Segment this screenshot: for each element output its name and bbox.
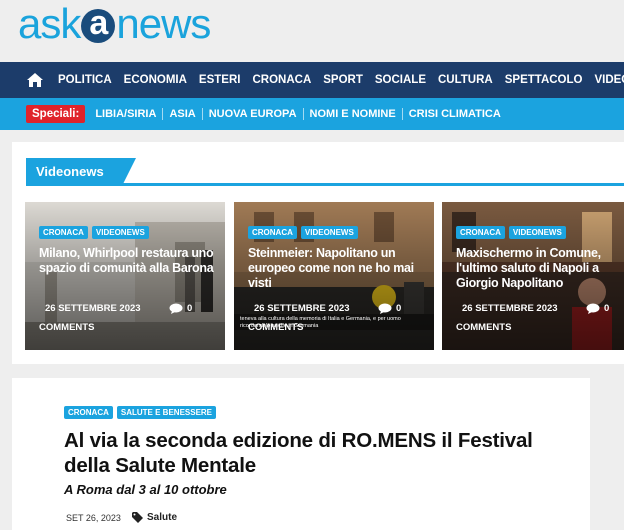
category-badge[interactable]: VIDEONEWS <box>508 226 566 239</box>
article-tag[interactable]: Salute <box>132 512 177 523</box>
nav-item-sociale[interactable]: SOCIALE <box>369 74 432 86</box>
videonews-title[interactable]: Videonews <box>26 158 122 186</box>
nav-item-economia[interactable]: ECONOMIA <box>118 74 193 86</box>
comments-count: 0 <box>604 303 610 314</box>
article-title[interactable]: Al via la seconda edizione di RO.MENS il… <box>64 428 564 478</box>
article-subtitle: A Roma dal 3 al 10 ottobre <box>64 482 227 497</box>
home-icon[interactable] <box>26 72 44 88</box>
category-badge[interactable]: VIDEONEWS <box>91 226 149 239</box>
nav-item-spettacolo[interactable]: SPETTACOLO <box>499 74 589 86</box>
video-card-categories: CRONACA VIDEONEWS <box>39 226 149 239</box>
video-card-categories: CRONACA VIDEONEWS <box>456 226 566 239</box>
special-item-nomi-e-nomine[interactable]: NOMI E NOMINE <box>302 108 402 120</box>
category-badge[interactable]: CRONACA <box>248 226 297 239</box>
videonews-header: Videonews <box>26 158 624 186</box>
tag-icon <box>132 512 143 523</box>
logo-text-a: a <box>89 4 108 42</box>
comments-label[interactable]: COMMENTS <box>456 322 511 333</box>
category-badge[interactable]: CRONACA <box>64 406 113 419</box>
comments-label[interactable]: COMMENTS <box>39 322 94 333</box>
nav-item-esteri[interactable]: ESTERI <box>193 74 247 86</box>
video-card-date: 26 SETTEMBRE 2023 <box>462 303 558 314</box>
article-categories: CRONACA SALUTE E BENESSERE <box>64 406 217 419</box>
comment-bubble-icon <box>378 303 392 314</box>
video-card-comments[interactable]: 0 <box>586 303 609 314</box>
main-nav: POLITICA ECONOMIA ESTERI CRONACA SPORT S… <box>0 62 624 98</box>
comment-bubble-icon <box>586 303 600 314</box>
specials-bar: Speciali: LIBIA/SIRIA ASIA NUOVA EUROPA … <box>0 98 624 130</box>
videonews-section: Videonews CRONACA VIDEONEWS Milano, Whir… <box>12 142 624 364</box>
nav-item-videonews[interactable]: VIDEONEWS <box>588 74 624 86</box>
video-card[interactable]: CRONACA VIDEONEWS Milano, Whirlpool rest… <box>25 202 225 350</box>
site-logo[interactable]: ask a news <box>18 0 211 47</box>
special-item-nuova-europa[interactable]: NUOVA EUROPA <box>201 108 303 120</box>
comment-bubble-icon <box>169 303 183 314</box>
article-date: SET 26, 2023 <box>66 513 121 523</box>
video-card-comments[interactable]: 0 <box>378 303 401 314</box>
nav-item-sport[interactable]: SPORT <box>317 74 369 86</box>
special-item-asia[interactable]: ASIA <box>162 108 201 120</box>
comments-count: 0 <box>396 303 402 314</box>
special-item-libia-siria[interactable]: LIBIA/SIRIA <box>89 108 162 120</box>
video-card-comments[interactable]: 0 <box>169 303 192 314</box>
category-badge[interactable]: CRONACA <box>39 226 88 239</box>
category-badge[interactable]: CRONACA <box>456 226 505 239</box>
video-card-date: 26 SETTEMBRE 2023 <box>254 303 350 314</box>
nav-item-politica[interactable]: POLITICA <box>52 74 118 86</box>
category-badge[interactable]: VIDEONEWS <box>300 226 358 239</box>
video-card-title[interactable]: Maxischermo in Comune, l'ultimo saluto d… <box>456 246 624 291</box>
video-card-categories: CRONACA VIDEONEWS <box>248 226 358 239</box>
video-card[interactable]: CRONACA VIDEONEWS Maxischermo in Comune,… <box>442 202 624 350</box>
article-tag-label: Salute <box>147 512 178 523</box>
logo-text-ask: ask <box>18 0 81 47</box>
nav-item-cultura[interactable]: CULTURA <box>432 74 499 86</box>
nav-item-cronaca[interactable]: CRONACA <box>246 74 317 86</box>
category-badge[interactable]: SALUTE E BENESSERE <box>116 406 217 419</box>
article-card: CRONACA SALUTE E BENESSERE Al via la sec… <box>12 378 590 530</box>
special-item-crisi-climatica[interactable]: CRISI CLIMATICA <box>401 108 507 120</box>
logo-a-badge: a <box>81 4 116 43</box>
logo-text-news: news <box>116 0 211 47</box>
video-card-title[interactable]: Milano, Whirlpool restaura uno spazio di… <box>39 246 225 276</box>
video-card-date: 26 SETTEMBRE 2023 <box>45 303 141 314</box>
site-header: ask a news <box>0 0 624 62</box>
comments-label[interactable]: COMMENTS <box>248 322 303 333</box>
specials-label: Speciali: <box>26 105 86 123</box>
comments-count: 0 <box>187 303 193 314</box>
video-card[interactable]: CRONACA VIDEONEWS Steinmeier: Napolitano… <box>234 202 434 350</box>
video-card-title[interactable]: Steinmeier: Napolitano un europeo come n… <box>248 246 434 291</box>
